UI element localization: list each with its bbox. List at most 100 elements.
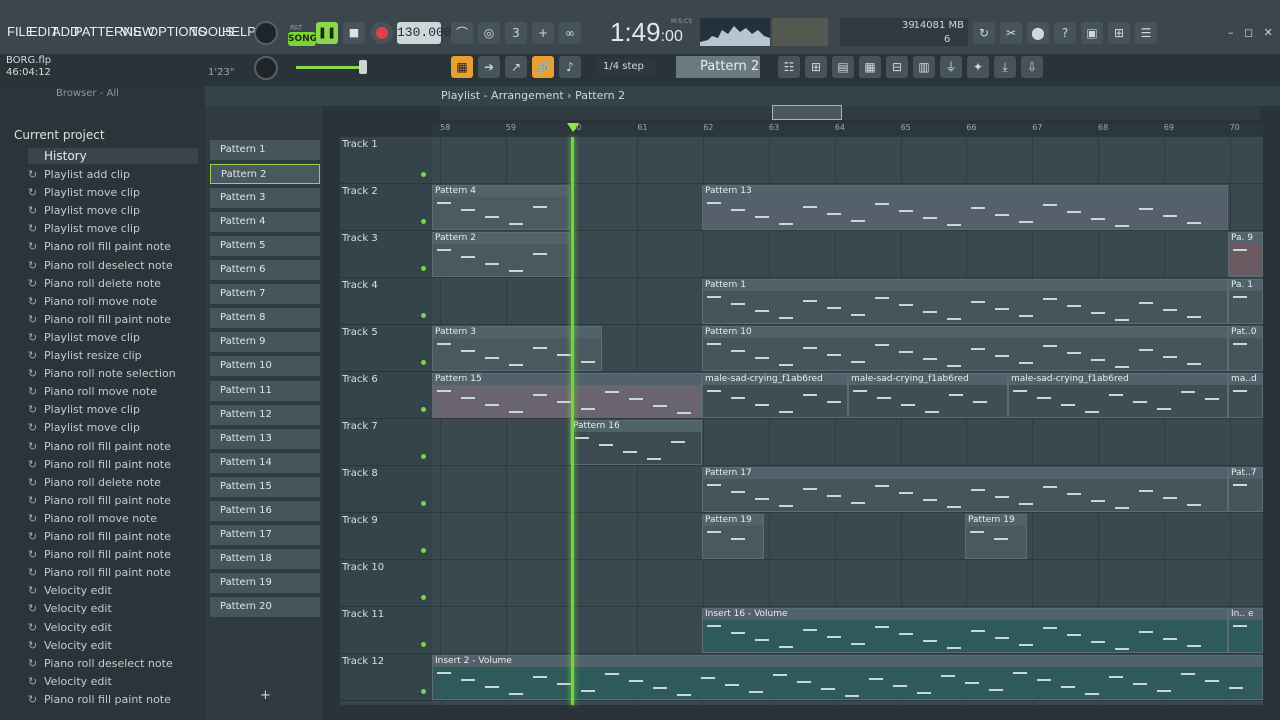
playlist-clip[interactable]: Pattern 2 xyxy=(432,232,570,277)
pattern-item[interactable]: Pattern 2 xyxy=(210,164,320,185)
pattern-item[interactable]: Pattern 12 xyxy=(210,404,320,425)
tempo-tapper-icon[interactable]: ✦ xyxy=(967,56,989,78)
channel-rack-icon[interactable]: ⊞ xyxy=(805,56,827,78)
arrow-right-icon[interactable]: ➔ xyxy=(478,56,500,78)
history-item[interactable]: ↻ Piano roll delete note xyxy=(28,275,161,293)
pattern-item[interactable]: Pattern 5 xyxy=(210,236,320,257)
mixer-icon[interactable]: ☷ xyxy=(778,56,800,78)
master-pitch-knob[interactable] xyxy=(254,56,278,80)
playlist-clip[interactable]: Pat..0 xyxy=(1228,326,1263,371)
master-volume-slider[interactable] xyxy=(296,66,366,69)
clip-title-bar[interactable]: Pattern 10 xyxy=(703,327,1227,338)
history-item[interactable]: ↻ Piano roll fill paint note xyxy=(28,311,171,329)
plugin-icon[interactable]: ⊞ xyxy=(1108,22,1130,44)
help-icon[interactable]: ? xyxy=(1054,22,1076,44)
microphone-icon[interactable]: ⬤ xyxy=(1027,22,1049,44)
metronome-icon[interactable]: ⌒ xyxy=(451,22,473,44)
playlist-clip[interactable]: Pat..7 xyxy=(1228,467,1263,512)
keyboard-icon[interactable]: ▦ xyxy=(451,56,473,78)
playlist-clip[interactable]: In.. e xyxy=(1228,608,1263,653)
loop-record-icon[interactable]: ∞ xyxy=(559,22,581,44)
history-item[interactable]: ↻ Piano roll fill paint note xyxy=(28,691,171,709)
track-header[interactable]: Track 3 xyxy=(340,231,432,278)
playlist-clip[interactable]: Pattern 3 xyxy=(432,326,602,371)
overview-viewport[interactable] xyxy=(772,105,842,120)
playlist-clip[interactable]: Pa. 9 xyxy=(1228,232,1263,277)
history-item[interactable]: ↻ Piano roll fill paint note xyxy=(28,528,171,546)
browser-header[interactable]: Browser - All xyxy=(0,86,205,102)
clip-title-bar[interactable]: Pattern 13 xyxy=(703,186,1227,197)
history-item[interactable]: ↻ Playlist resize clip xyxy=(28,347,142,365)
playlist-clip[interactable]: Pattern 19 xyxy=(965,514,1027,559)
track-mute-led[interactable] xyxy=(421,642,426,647)
track-mute-led[interactable] xyxy=(421,407,426,412)
pattern-item[interactable]: Pattern 9 xyxy=(210,332,320,353)
pattern-item[interactable]: Pattern 16 xyxy=(210,500,320,521)
clip-title-bar[interactable]: Pattern 16 xyxy=(571,421,701,432)
playlist-clip[interactable]: Pattern 17 xyxy=(702,467,1228,512)
track-header[interactable]: Track 10 xyxy=(340,560,432,607)
history-item[interactable]: ↻ Piano roll deselect note xyxy=(28,257,173,275)
clip-title-bar[interactable]: Pattern 19 xyxy=(703,515,763,526)
clip-title-bar[interactable]: Pat..0 xyxy=(1229,327,1262,338)
history-item[interactable]: ↻ Piano roll delete note xyxy=(28,474,161,492)
track-header[interactable]: Track 7 xyxy=(340,419,432,466)
step-edit-icon[interactable]: + xyxy=(532,22,554,44)
history-item[interactable]: ↻ Velocity edit xyxy=(28,582,112,600)
pattern-item[interactable]: Pattern 1 xyxy=(210,140,320,160)
track-header[interactable]: Track 6 xyxy=(340,372,432,419)
history-item[interactable]: ↻ Playlist move clip xyxy=(28,184,140,202)
playlist-clip[interactable]: Insert 16 - Volume xyxy=(702,608,1228,653)
playlist-clip[interactable]: male-sad-crying_f1ab6red xyxy=(848,373,1008,418)
track-header[interactable]: Track 5 xyxy=(340,325,432,372)
track-lane[interactable] xyxy=(432,513,1263,560)
pause-button[interactable]: ❚❚ xyxy=(316,22,338,44)
clip-title-bar[interactable]: Pattern 1 xyxy=(703,280,1227,291)
pattern-item[interactable]: Pattern 10 xyxy=(210,356,320,377)
track-mute-led[interactable] xyxy=(421,219,426,224)
save-icon[interactable]: ▣ xyxy=(1081,22,1103,44)
pattern-item[interactable]: Pattern 6 xyxy=(210,260,320,281)
history-item[interactable]: ↻ Playlist add clip xyxy=(28,166,130,184)
menu-help[interactable]: HELP xyxy=(222,24,256,39)
track-header[interactable]: Track 11 xyxy=(340,607,432,654)
track-header[interactable]: Track 12 xyxy=(340,654,432,701)
playlist-clip[interactable]: Pattern 16 xyxy=(570,420,702,465)
playlist-clip[interactable]: Pattern 13 xyxy=(702,185,1228,230)
clip-title-bar[interactable]: male-sad-crying_f1ab6red xyxy=(849,374,1007,385)
current-project-folder[interactable]: Current project xyxy=(14,128,105,142)
track-header[interactable]: Track 9 xyxy=(340,513,432,560)
snap-step-select[interactable]: 1/4 step xyxy=(597,58,655,76)
track-mute-led[interactable] xyxy=(421,313,426,318)
clip-title-bar[interactable]: Pattern 15 xyxy=(433,374,701,385)
history-folder[interactable]: History xyxy=(28,148,198,164)
pattern-item[interactable]: Pattern 11 xyxy=(210,380,320,401)
track-mute-led[interactable] xyxy=(421,548,426,553)
playlist-clip[interactable]: Pa. 1 xyxy=(1228,279,1263,324)
history-item[interactable]: ↻ Piano roll move note xyxy=(28,383,157,401)
playlist-clip[interactable]: ma..d xyxy=(1228,373,1263,418)
history-item[interactable]: ↻ Playlist move clip xyxy=(28,329,140,347)
master-volume-knob[interactable] xyxy=(254,21,278,45)
window-controls[interactable]: – ◻ ✕ xyxy=(1228,26,1273,39)
history-item[interactable]: ↻ Velocity edit xyxy=(28,673,112,691)
history-item[interactable]: ↻ Velocity edit xyxy=(28,619,112,637)
playlist-clip[interactable]: Insert 2 - Volume xyxy=(432,655,1263,700)
track-header[interactable]: Track 4 xyxy=(340,278,432,325)
track-mute-led[interactable] xyxy=(421,360,426,365)
playlist-clip[interactable]: male-sad-crying_f1ab6red xyxy=(1008,373,1228,418)
tempo-display[interactable]: 130.000 xyxy=(397,22,452,44)
history-item[interactable]: ↻ Piano roll deselect note xyxy=(28,655,173,673)
history-item[interactable]: ↻ Piano roll note selection xyxy=(28,365,176,383)
wait-input-icon[interactable]: ◎ xyxy=(478,22,500,44)
clip-title-bar[interactable]: In.. e xyxy=(1229,609,1262,620)
history-item[interactable]: ↻ Piano roll fill paint note xyxy=(28,564,171,582)
clip-title-bar[interactable]: Pa. 9 xyxy=(1229,233,1262,244)
clip-title-bar[interactable]: Pattern 17 xyxy=(703,468,1227,479)
plug-icon[interactable]: ⏚ xyxy=(940,56,962,78)
history-item[interactable]: ↻ Piano roll fill paint note xyxy=(28,238,171,256)
track-mute-led[interactable] xyxy=(421,266,426,271)
history-item[interactable]: ↻ Piano roll fill paint note xyxy=(28,456,171,474)
playlist-clip[interactable]: Pattern 15 xyxy=(432,373,702,418)
slider-handle[interactable] xyxy=(359,60,367,74)
